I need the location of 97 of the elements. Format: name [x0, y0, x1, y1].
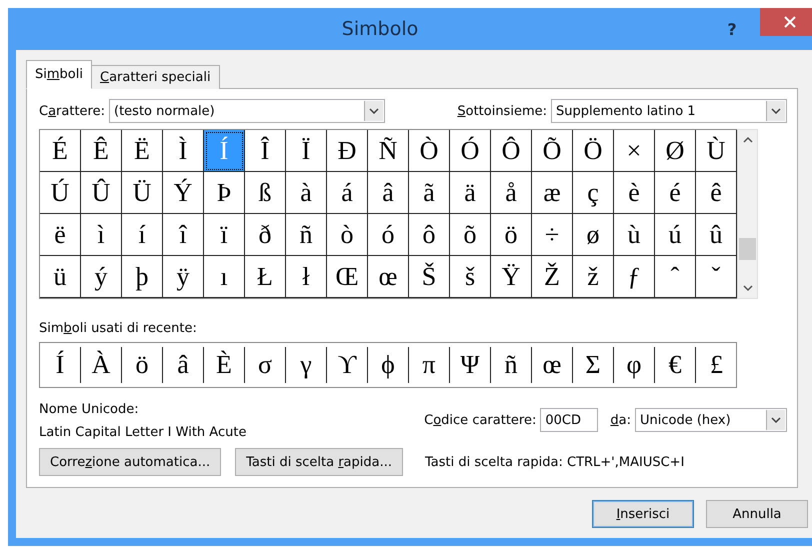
symbol-cell[interactable]: ä: [450, 172, 491, 214]
symbol-cell[interactable]: ł: [286, 256, 327, 298]
font-label: Carattere:: [39, 104, 105, 118]
character-code-field[interactable]: 00CD: [540, 408, 598, 432]
close-icon[interactable]: [784, 16, 796, 28]
symbol-cell[interactable]: Œ: [327, 256, 368, 298]
help-button[interactable]: ?: [712, 18, 752, 40]
subset-label: Sottoinsieme:: [457, 104, 547, 118]
symbol-cell[interactable]: œ: [368, 256, 409, 298]
dialog-button[interactable]: Inserisci: [592, 500, 694, 528]
symbol-cell[interactable]: Ë: [122, 130, 163, 172]
symbol-cell[interactable]: ë: [40, 214, 81, 256]
symbol-cell[interactable]: é: [655, 172, 696, 214]
scroll-up-icon[interactable]: [742, 136, 752, 144]
symbol-cell[interactable]: ˆ: [655, 256, 696, 298]
symbol-cell[interactable]: ð: [245, 214, 286, 256]
symbol-cell[interactable]: í: [122, 214, 163, 256]
dialog-button[interactable]: Annulla: [706, 500, 808, 528]
symbol-cell[interactable]: å: [491, 172, 532, 214]
recent-symbol[interactable]: £: [696, 347, 737, 383]
symbol-cell[interactable]: Î: [245, 130, 286, 172]
symbol-cell[interactable]: š: [450, 256, 491, 298]
symbol-cell[interactable]: û: [696, 214, 737, 256]
symbol-cell[interactable]: Þ: [204, 172, 245, 214]
symbol-cell[interactable]: æ: [532, 172, 573, 214]
symbol-cell[interactable]: Ê: [81, 130, 122, 172]
font-dropdown[interactable]: (testo normale): [109, 99, 385, 123]
subset-dropdown[interactable]: Supplemento latino 1: [551, 99, 787, 123]
symbol-cell[interactable]: ÿ: [163, 256, 204, 298]
action-button[interactable]: Tasti di scelta rapida...: [235, 448, 403, 476]
symbol-cell[interactable]: Ł: [245, 256, 286, 298]
symbol-cell[interactable]: ô: [409, 214, 450, 256]
close-button[interactable]: [760, 8, 812, 36]
dropdown-caret-icon: [771, 417, 781, 423]
shortcut-text: Tasti di scelta rapida: CTRL+',MAIUSC+I: [425, 454, 684, 470]
symbol-cell[interactable]: è: [614, 172, 655, 214]
symbol-cell[interactable]: ï: [204, 214, 245, 256]
window-title: Simbolo: [340, 18, 420, 40]
symbol-cell[interactable]: ó: [368, 214, 409, 256]
symbol-cell[interactable]: ù: [614, 214, 655, 256]
tab[interactable]: Simboli: [26, 60, 92, 89]
symbol-cell[interactable]: ç: [573, 172, 614, 214]
scroll-thumb[interactable]: [739, 238, 756, 260]
symbol-cell[interactable]: Ò: [409, 130, 450, 172]
symbol-cell[interactable]: þ: [122, 256, 163, 298]
symbol-cell[interactable]: ü: [40, 256, 81, 298]
symbol-cell[interactable]: ˇ: [696, 256, 737, 298]
symbol-cell[interactable]: ã: [409, 172, 450, 214]
symbol-cell[interactable]: ÷: [532, 214, 573, 256]
symbol-cell[interactable]: ö: [491, 214, 532, 256]
symbol-cell[interactable]: î: [163, 214, 204, 256]
symbol-cell[interactable]: É: [40, 130, 81, 172]
symbol-cell[interactable]: ž: [573, 256, 614, 298]
scrollbar[interactable]: [737, 129, 758, 299]
symbol-cell[interactable]: ñ: [286, 214, 327, 256]
symbol-cell[interactable]: ú: [655, 214, 696, 256]
symbol-cell[interactable]: Ñ: [368, 130, 409, 172]
symbol-cell[interactable]: Ö: [573, 130, 614, 172]
action-button[interactable]: Correzione automatica...: [39, 448, 222, 476]
unicode-name-label: Nome Unicode:: [39, 402, 140, 417]
symbol-cell[interactable]: Ô: [491, 130, 532, 172]
symbol-cell[interactable]: á: [327, 172, 368, 214]
symbol-cell[interactable]: Ï: [286, 130, 327, 172]
symbol-cell[interactable]: ø: [573, 214, 614, 256]
character-code-label: Codice carattere:: [424, 412, 536, 428]
dropdown-caret-icon: [369, 108, 379, 114]
from-label: da:: [610, 412, 631, 428]
symbol-cell[interactable]: Ø: [655, 130, 696, 172]
symbol-cell[interactable]: ƒ: [614, 256, 655, 298]
symbol-cell[interactable]: â: [368, 172, 409, 214]
tab[interactable]: Caratteri speciali: [90, 65, 220, 89]
symbol-cell[interactable]: ì: [81, 214, 122, 256]
symbol-cell[interactable]: Õ: [532, 130, 573, 172]
dropdown-caret-icon: [771, 108, 781, 114]
symbol-cell[interactable]: Ð: [327, 130, 368, 172]
symbol-cell[interactable]: ê: [696, 172, 737, 214]
recent-symbols-label: Simboli usati di recente:: [39, 321, 198, 336]
symbol-cell[interactable]: ß: [245, 172, 286, 214]
symbol-cell[interactable]: Ü: [122, 172, 163, 214]
symbol-cell[interactable]: ò: [327, 214, 368, 256]
symbol-cell[interactable]: Ž: [532, 256, 573, 298]
symbol-cell[interactable]: Ó: [450, 130, 491, 172]
unicode-name-value: Latin Capital Letter I With Acute: [39, 425, 246, 440]
symbol-cell[interactable]: Š: [409, 256, 450, 298]
symbol-cell[interactable]: Û: [81, 172, 122, 214]
symbol-cell[interactable]: ×: [614, 130, 655, 172]
symbol-cell[interactable]: Ý: [163, 172, 204, 214]
symbol-cell[interactable]: Ì: [163, 130, 204, 172]
symbol-cell[interactable]: ı: [204, 256, 245, 298]
symbol-cell[interactable]: Ù: [696, 130, 737, 172]
scroll-down-icon[interactable]: [742, 284, 752, 292]
symbol-cell[interactable]: à: [286, 172, 327, 214]
symbol-cell[interactable]: Ú: [40, 172, 81, 214]
symbol-cell[interactable]: ý: [81, 256, 122, 298]
from-dropdown[interactable]: Unicode (hex): [635, 408, 787, 432]
symbol-cell[interactable]: Ÿ: [491, 256, 532, 298]
symbol-cell[interactable]: õ: [450, 214, 491, 256]
